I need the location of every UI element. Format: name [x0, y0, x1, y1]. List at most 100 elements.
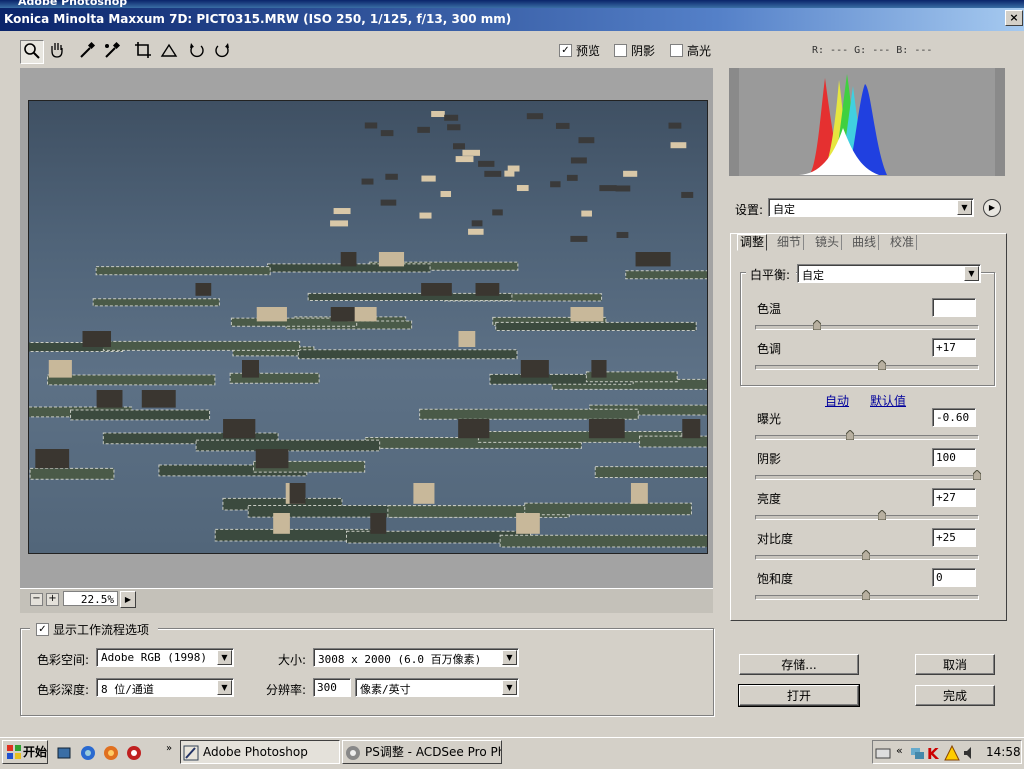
- slider-track[interactable]: [755, 365, 979, 370]
- slider-value-input[interactable]: 4850: [932, 298, 976, 317]
- zoom-in-button[interactable]: +: [46, 593, 59, 606]
- chevron-down-icon: ▼: [502, 650, 517, 665]
- size-label: 大小:: [278, 653, 307, 667]
- color-depth-select[interactable]: 8 位/通道 ▼: [96, 678, 234, 697]
- slider-track[interactable]: [755, 325, 979, 330]
- keyboard-icon[interactable]: [875, 745, 891, 761]
- raft: [29, 467, 115, 480]
- default-link[interactable]: 默认值: [870, 392, 906, 409]
- slider-value-input[interactable]: +25: [932, 528, 976, 547]
- hut: [35, 449, 70, 469]
- tab-calibrate[interactable]: 校准: [888, 235, 918, 250]
- cancel-button[interactable]: 取消: [915, 654, 995, 675]
- done-button[interactable]: 完成: [915, 685, 995, 706]
- raft: [499, 534, 707, 548]
- hut: [370, 513, 387, 534]
- slider-label: 亮度: [757, 492, 782, 506]
- resolution-input[interactable]: 300: [313, 678, 351, 697]
- slider-thumb[interactable]: [846, 430, 855, 440]
- zoom-out-button[interactable]: −: [30, 593, 43, 606]
- show-desktop-icon[interactable]: [56, 745, 72, 761]
- warning-icon[interactable]: [944, 744, 960, 761]
- white-balance-icon[interactable]: [76, 40, 98, 62]
- slider-thumb[interactable]: [862, 550, 870, 560]
- app-icon[interactable]: [126, 745, 142, 761]
- distant-hut: [453, 143, 465, 150]
- distant-hut: [421, 175, 436, 182]
- show-workflow-checkbox[interactable]: ✓: [36, 623, 49, 636]
- clock: 14:58: [986, 745, 1021, 759]
- hut: [241, 360, 259, 378]
- slider-thumb[interactable]: [813, 320, 822, 330]
- slider-value-input[interactable]: +27: [932, 488, 976, 507]
- slider-value-input[interactable]: 100: [932, 448, 976, 467]
- slider-label: 饱和度: [757, 572, 794, 586]
- resolution-unit-select[interactable]: 像素/英寸 ▼: [355, 678, 519, 697]
- auto-link[interactable]: 自动: [825, 392, 849, 409]
- antivirus-icon[interactable]: K: [926, 745, 942, 763]
- hut: [682, 419, 701, 439]
- tab-detail[interactable]: 细节: [775, 235, 805, 250]
- hand-icon[interactable]: [46, 40, 68, 62]
- settings-select[interactable]: 自定 ▼: [768, 198, 974, 217]
- slider-value-input[interactable]: 0: [932, 568, 976, 587]
- zoom-level-field[interactable]: 22.5%: [63, 591, 118, 606]
- raft: [495, 321, 697, 332]
- settings-menu-icon[interactable]: ▶: [983, 199, 1001, 217]
- size-select[interactable]: 3008 x 2000 (6.0 百万像素) ▼: [313, 648, 519, 667]
- slider-thumb[interactable]: [877, 360, 886, 370]
- start-label: 开始: [23, 745, 48, 759]
- media-player-icon[interactable]: [103, 745, 119, 761]
- slider-thumb[interactable]: [973, 470, 981, 480]
- distant-hut: [581, 210, 592, 217]
- close-button[interactable]: ×: [1005, 10, 1023, 26]
- browser-icon[interactable]: [80, 745, 96, 761]
- tab-curve[interactable]: 曲线: [850, 235, 880, 250]
- slider-value-input[interactable]: +17: [932, 338, 976, 357]
- color-space-select[interactable]: Adobe RGB (1998) ▼: [96, 648, 234, 667]
- distant-hut: [462, 149, 481, 156]
- chevron-right-icon[interactable]: »: [166, 743, 172, 754]
- color-sampler-icon[interactable]: [101, 40, 123, 62]
- chevron-down-icon: ▼: [957, 200, 972, 215]
- distant-hut: [419, 212, 432, 219]
- hut: [330, 307, 355, 322]
- slider-thumb[interactable]: [862, 590, 870, 600]
- open-button[interactable]: 打开: [738, 684, 860, 707]
- save-button[interactable]: 存储...: [739, 654, 859, 675]
- tab-adjust[interactable]: 调整: [737, 234, 768, 251]
- zoom-menu-button[interactable]: ▶: [120, 591, 136, 608]
- shadows-checkbox[interactable]: [614, 44, 627, 57]
- preview-image[interactable]: [28, 100, 708, 554]
- rotate-cw-icon[interactable]: [211, 40, 233, 62]
- settings-label: 设置:: [735, 203, 764, 217]
- volume-icon[interactable]: [962, 745, 978, 761]
- chevron-down-icon: ▼: [964, 266, 979, 281]
- slider-thumb[interactable]: [877, 510, 886, 520]
- zoom-icon[interactable]: [20, 40, 44, 64]
- histogram: [729, 68, 1005, 176]
- tray-expand-icon[interactable]: «: [896, 744, 903, 757]
- slider-track[interactable]: [755, 515, 979, 520]
- slider-value-input[interactable]: -0.60: [932, 408, 976, 427]
- slider-track[interactable]: [755, 475, 979, 480]
- distant-hut: [570, 235, 588, 242]
- raft: [594, 466, 707, 478]
- white-balance-select[interactable]: 自定 ▼: [797, 264, 981, 283]
- slider-label: 色温: [757, 302, 782, 316]
- preview-checkbox[interactable]: ✓: [559, 44, 572, 57]
- distant-hut: [364, 122, 378, 129]
- taskbar-item-photoshop[interactable]: Adobe Photoshop: [180, 740, 340, 764]
- highlights-checkbox[interactable]: [670, 44, 683, 57]
- taskbar-item-acdsee[interactable]: PS调整 - ACDSee Pro Ph...: [342, 740, 502, 764]
- crop-icon[interactable]: [132, 40, 154, 62]
- distant-hut: [550, 181, 561, 188]
- slider-track[interactable]: [755, 435, 979, 440]
- distant-hut: [492, 209, 503, 216]
- slider-label: 色调: [757, 342, 782, 356]
- raft: [524, 502, 692, 516]
- straighten-icon[interactable]: [158, 40, 180, 62]
- rotate-ccw-icon[interactable]: [186, 40, 208, 62]
- tab-lens[interactable]: 镜头: [813, 235, 843, 250]
- hut: [458, 331, 476, 347]
